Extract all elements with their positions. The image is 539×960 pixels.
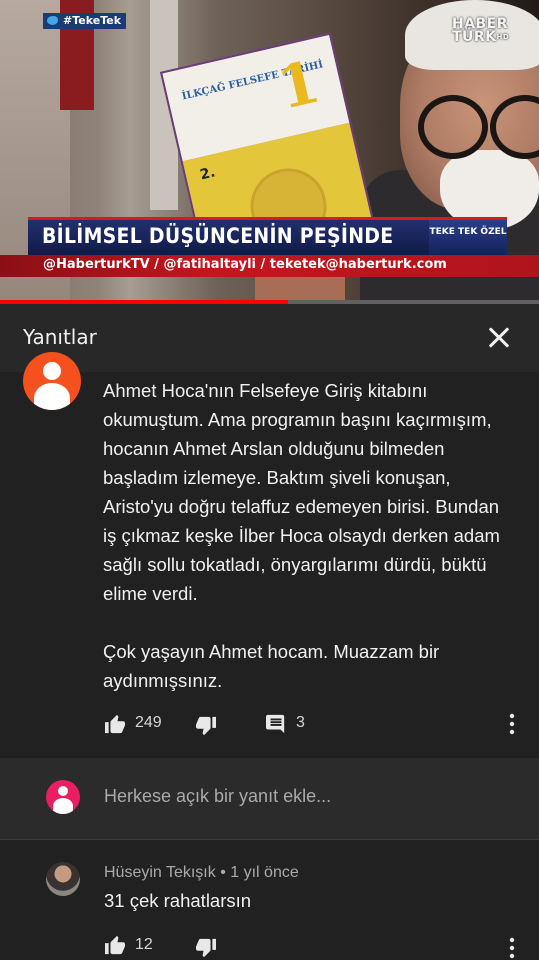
more-vert-icon[interactable] <box>504 936 520 960</box>
avatar[interactable] <box>46 862 80 896</box>
replies-panel-header: Yanıtlar <box>0 304 539 372</box>
reply-meta: Hüseyin Tekışık • 1 yıl önce <box>104 864 299 882</box>
current-user-avatar <box>46 780 80 814</box>
thumbs-up-icon[interactable] <box>104 935 126 955</box>
close-icon[interactable] <box>478 317 520 359</box>
ticker-bar: @HaberturkTV / @fatihaltayli / teketek@h… <box>0 255 539 277</box>
reply-time: 1 yıl önce <box>230 864 299 881</box>
ticker-text: @HaberturkTV / @fatihaltayli / teketek@h… <box>43 257 447 272</box>
reply-actions: 12 <box>0 932 539 960</box>
like-count: 249 <box>135 714 162 731</box>
more-vert-icon[interactable] <box>504 712 520 736</box>
thumbs-up-icon[interactable] <box>104 714 126 734</box>
lower-third-banner: BİLİMSEL DÜŞÜNCENİN PEŞİNDE <box>28 217 429 255</box>
hashtag-text: #TekeTek <box>63 14 122 27</box>
meta-separator: • <box>220 864 226 881</box>
channel-logo: HABER TÜRKHD <box>452 17 539 44</box>
reply-author[interactable]: Hüseyin Tekışık <box>104 864 216 881</box>
reply-item: Hüseyin Tekışık • 1 yıl önce 31 çek raha… <box>0 840 539 960</box>
reply-input[interactable] <box>104 786 504 807</box>
reply-count: 3 <box>296 714 305 731</box>
comment-actions: 249 3 <box>0 706 539 742</box>
program-badge: TEKE TEK ÖZEL <box>429 217 507 255</box>
channel-hd-label: HD <box>496 33 510 41</box>
like-count: 12 <box>135 936 153 953</box>
comment-text: Ahmet Hoca'nın Felsefeye Giriş kitabını … <box>103 380 500 691</box>
thumbs-down-icon[interactable] <box>195 938 217 958</box>
book-edition: 2. <box>198 164 217 184</box>
hashtag-badge: #TekeTek <box>43 13 127 29</box>
twitter-bird-icon <box>47 16 58 25</box>
reply-input-area <box>0 758 539 840</box>
panel-title: Yanıtlar <box>23 325 97 349</box>
host-glasses-left <box>418 95 488 159</box>
video-player[interactable]: İLKÇAĞ FELSEFE TARİHİ 1 2. #TekeTek HABE… <box>0 0 539 300</box>
reply-text: 31 çek rahatlarsın <box>104 890 252 911</box>
reply-icon[interactable] <box>265 714 287 734</box>
thumbs-down-icon[interactable] <box>195 716 217 736</box>
banner-title: BİLİMSEL DÜŞÜNCENİN PEŞİNDE <box>42 224 394 248</box>
avatar[interactable] <box>23 352 81 410</box>
